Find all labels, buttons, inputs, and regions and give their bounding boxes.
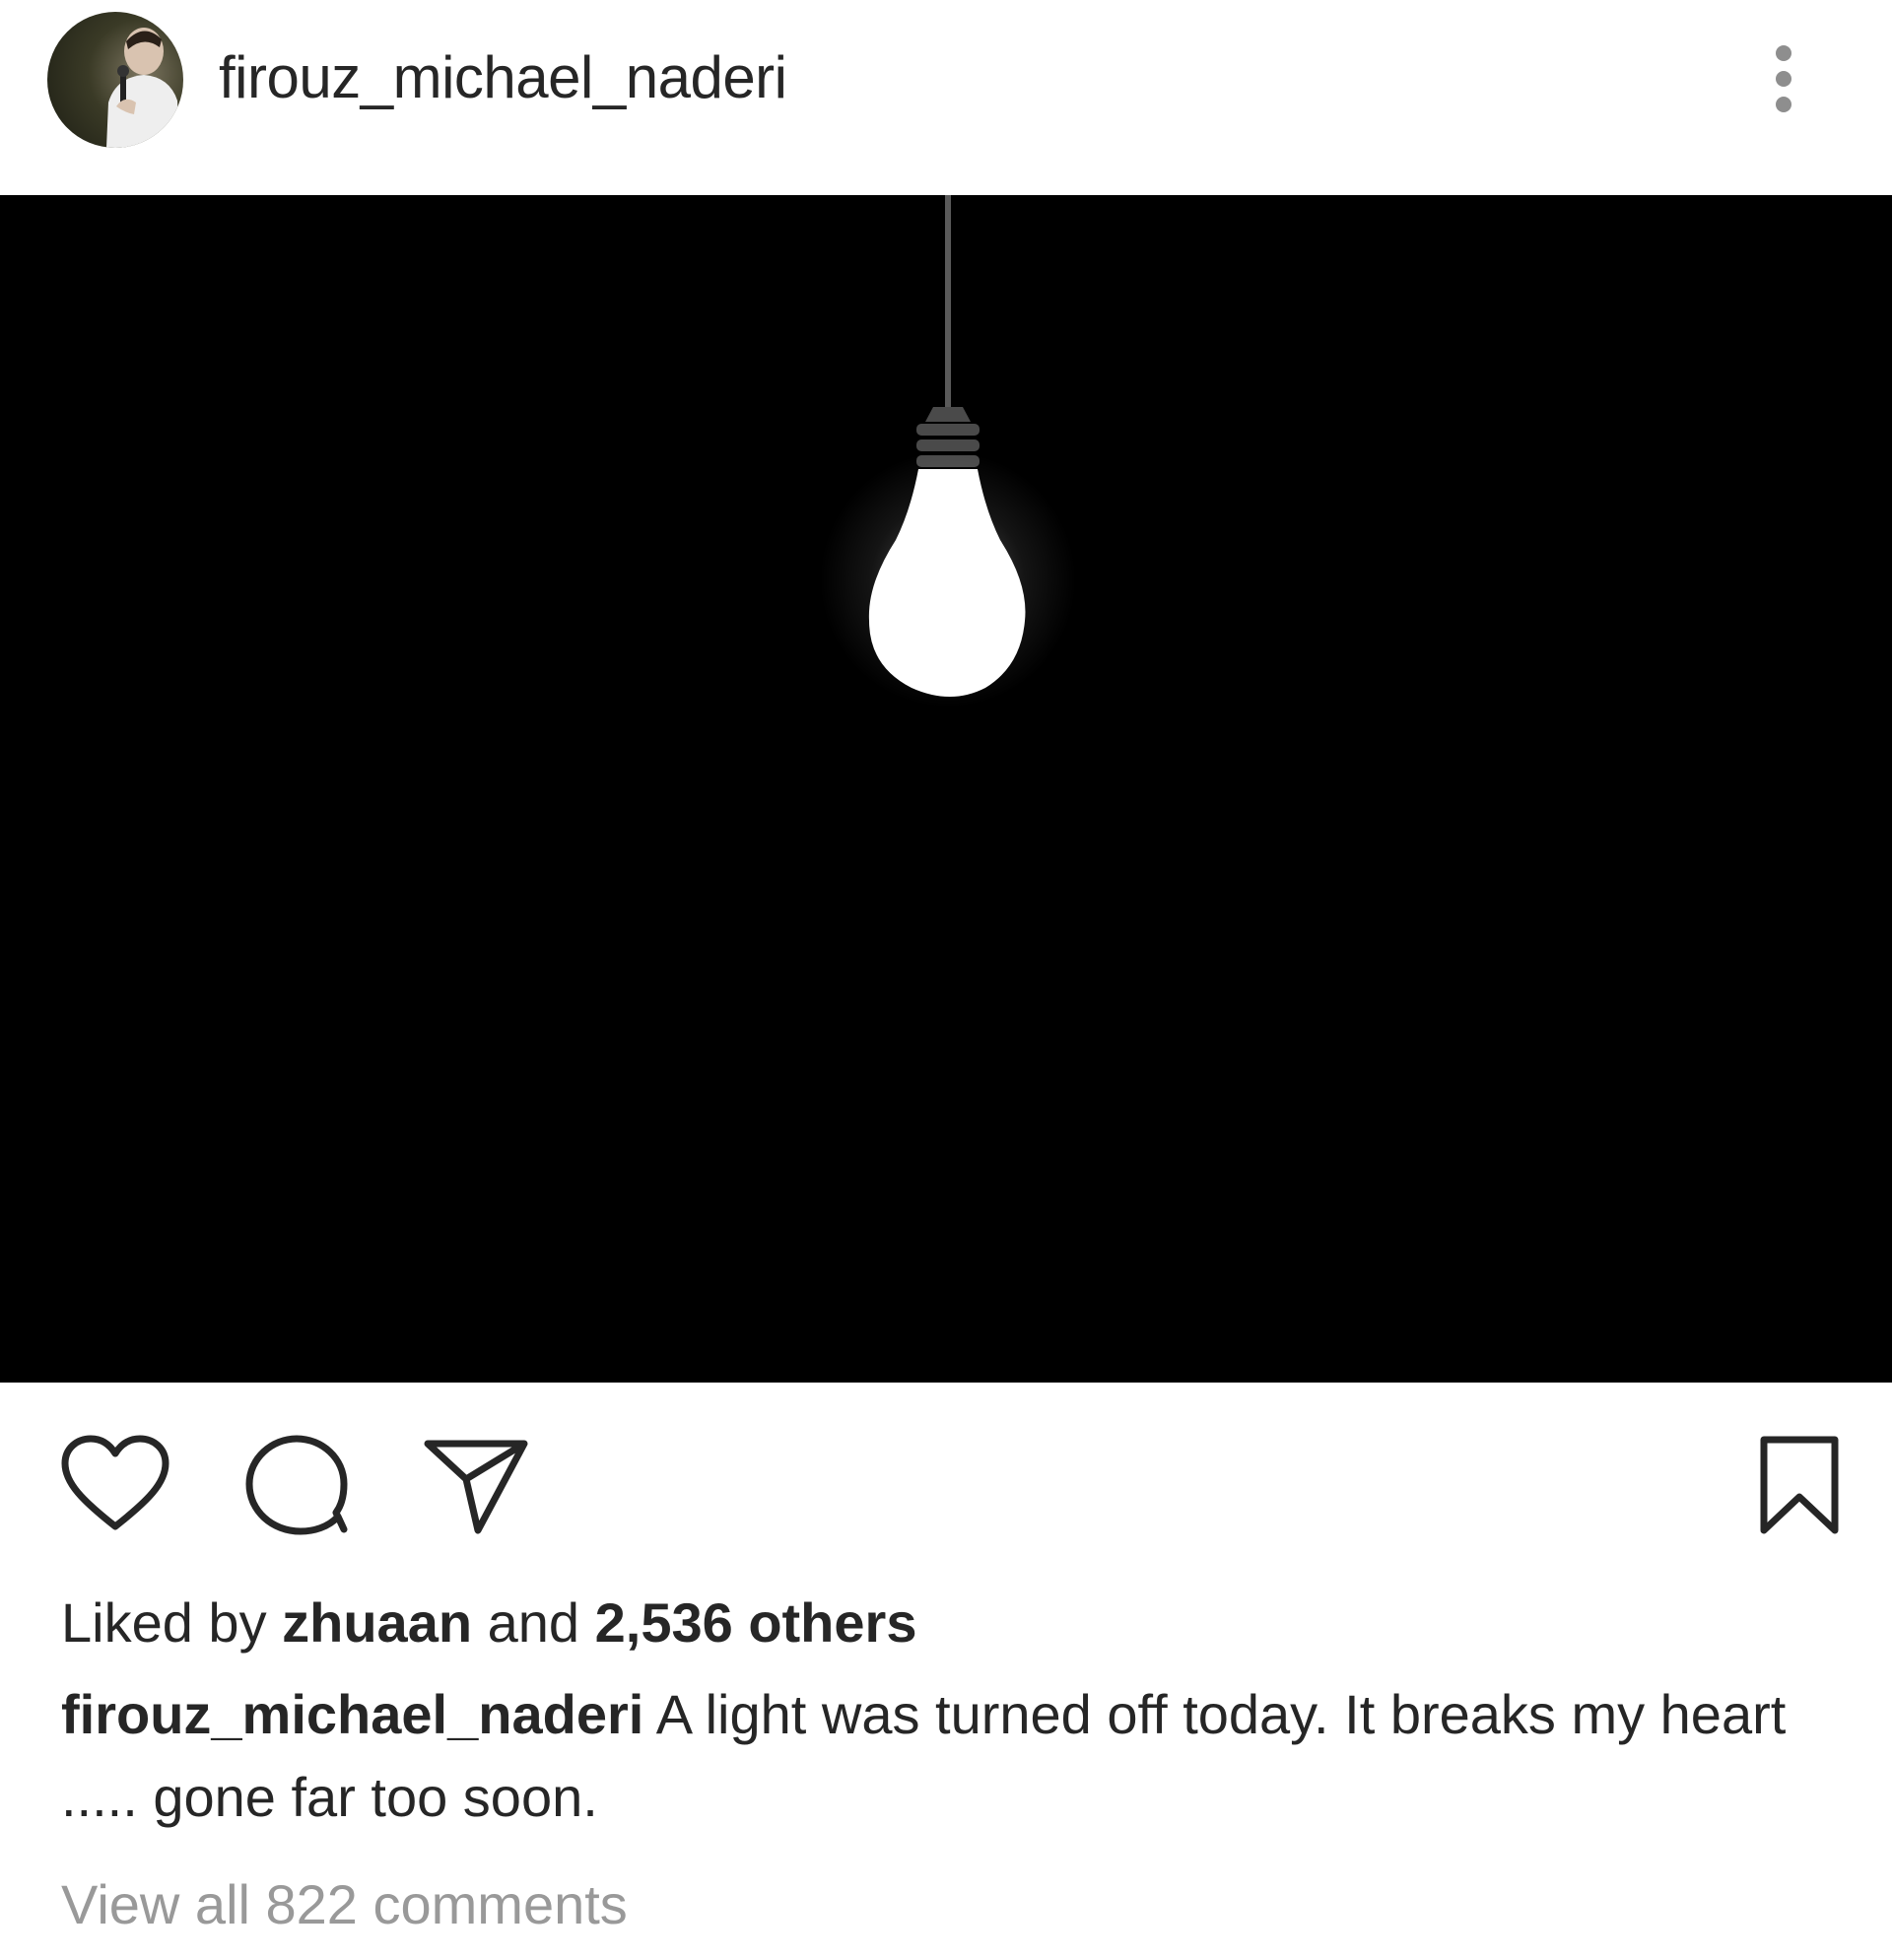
post-caption: firouz_michael_naderi A light was turned…: [61, 1673, 1835, 1839]
likes-prefix: Liked by: [61, 1591, 267, 1654]
likes-conjunction: and: [487, 1591, 580, 1654]
avatar-photo: [106, 28, 179, 148]
view-all-comments-link[interactable]: View all 822 comments: [61, 1870, 628, 1939]
send-icon[interactable]: [422, 1434, 530, 1536]
light-bulb-illustration: [820, 195, 1076, 708]
avatar[interactable]: [47, 12, 183, 148]
post-username[interactable]: firouz_michael_naderi: [219, 43, 787, 112]
post-header: firouz_michael_naderi: [0, 0, 1892, 195]
heart-icon[interactable]: [59, 1434, 171, 1536]
likes-others-count[interactable]: 2,536 others: [595, 1591, 917, 1654]
more-vertical-icon[interactable]: [1764, 39, 1803, 122]
caption-username[interactable]: firouz_michael_naderi: [61, 1683, 643, 1745]
likes-summary[interactable]: Liked by zhuaan and 2,536 others: [61, 1588, 916, 1657]
liked-by-user[interactable]: zhuaan: [282, 1591, 472, 1654]
comment-icon[interactable]: [241, 1434, 352, 1536]
bookmark-icon[interactable]: [1756, 1434, 1843, 1536]
post-image[interactable]: [0, 195, 1892, 1383]
